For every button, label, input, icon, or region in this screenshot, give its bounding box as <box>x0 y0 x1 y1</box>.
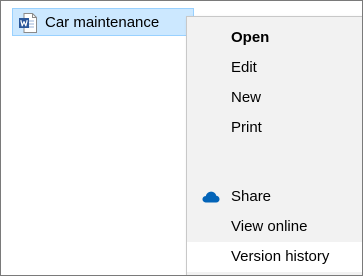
file-name-label: Car maintenance <box>45 14 160 31</box>
menu-item-share-label: Share <box>231 188 272 205</box>
menu-item-new-label: New <box>231 89 262 106</box>
menu-item-version-history[interactable]: Version history <box>187 242 362 272</box>
menu-item-version-history-label: Version history <box>231 248 330 265</box>
explorer-view: Car maintenance Open Edit New Print Shar… <box>0 0 363 276</box>
menu-item-open[interactable]: Open <box>187 23 362 53</box>
menu-item-print[interactable]: Print <box>187 113 362 143</box>
menu-item-view-online-label: View online <box>231 218 308 235</box>
menu-item-edit[interactable]: Edit <box>187 53 362 83</box>
menu-item-open-label: Open <box>231 29 270 46</box>
menu-item-share[interactable]: Share <box>187 182 362 212</box>
menu-item-print-label: Print <box>231 119 262 136</box>
onedrive-cloud-icon <box>202 191 220 203</box>
file-item-car-maintenance[interactable]: Car maintenance <box>12 8 194 36</box>
menu-item-new[interactable]: New <box>187 83 362 113</box>
context-menu: Open Edit New Print Share View online Ve… <box>186 16 362 275</box>
word-document-icon <box>19 13 37 33</box>
menu-item-edit-label: Edit <box>231 59 257 76</box>
menu-item-view-online[interactable]: View online <box>187 212 362 242</box>
